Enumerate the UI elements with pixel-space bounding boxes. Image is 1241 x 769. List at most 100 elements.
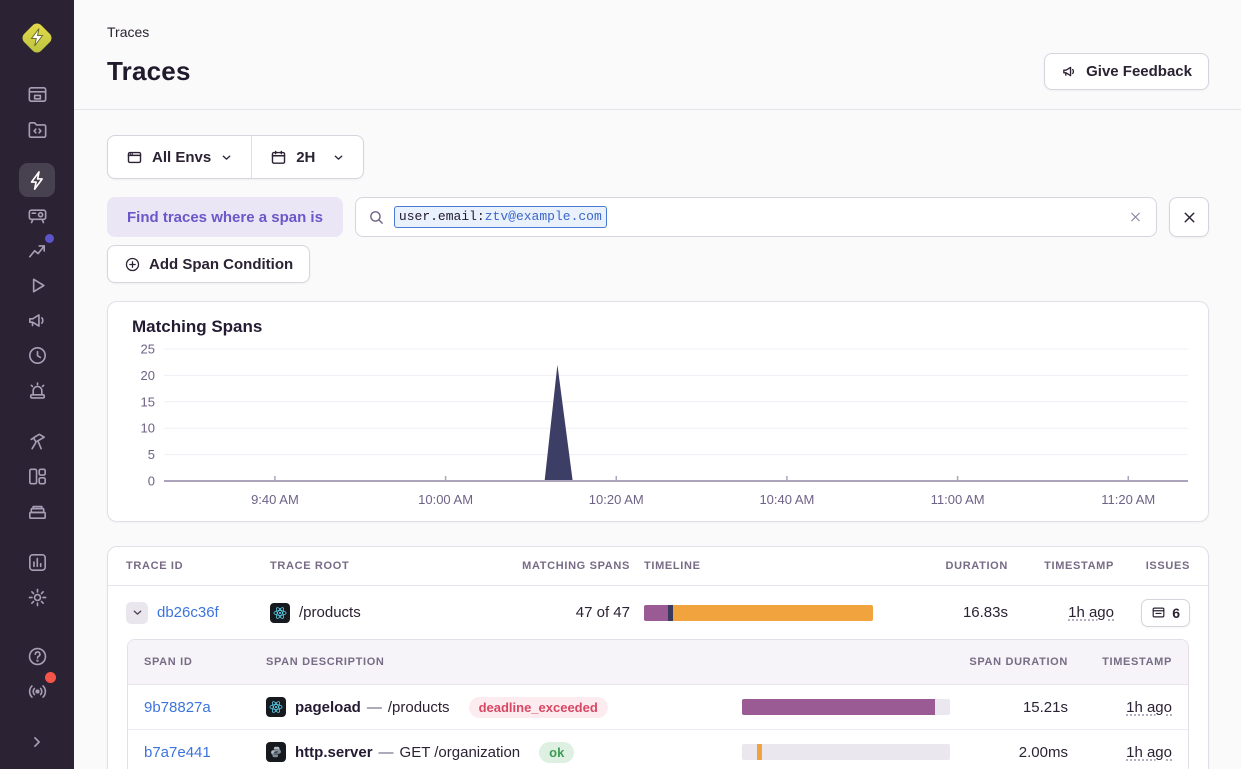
lightning-icon <box>26 169 49 192</box>
span-timestamp[interactable]: 1h ago <box>1082 699 1172 716</box>
col-matching-spans: Matching Spans <box>510 560 630 572</box>
content: All Envs 2H Find traces where a span is … <box>74 110 1241 769</box>
add-span-condition-button[interactable]: Add Span Condition <box>107 245 310 283</box>
span-id-link[interactable]: 9b78827a <box>144 699 252 716</box>
python-platform-icon <box>266 742 286 762</box>
sidebar-item-settings[interactable] <box>19 580 55 614</box>
history-clock-icon <box>26 344 49 367</box>
environment-filter[interactable]: All Envs <box>108 136 251 178</box>
gear-icon <box>26 586 49 609</box>
sidebar-item-whats-new[interactable] <box>19 674 55 708</box>
megaphone-icon <box>1061 63 1078 80</box>
remove-condition-button[interactable] <box>1169 197 1209 237</box>
trace-id-link[interactable]: db26c36f <box>157 604 219 621</box>
col-span-timestamp: Timestamp <box>1082 656 1172 668</box>
insights-chart-icon <box>26 239 49 262</box>
projector-icon <box>26 204 49 227</box>
react-platform-icon <box>266 697 286 717</box>
trace-timestamp[interactable]: 1h ago <box>1022 604 1114 621</box>
search-icon <box>368 209 385 226</box>
col-span-duration: Span Duration <box>964 656 1068 668</box>
matching-spans-chart[interactable]: 05101520259:40 AM10:00 AM10:20 AM10:40 A… <box>124 341 1192 517</box>
col-span-description: Span Description <box>266 656 728 668</box>
page-title: Traces <box>107 56 191 87</box>
give-feedback-button[interactable]: Give Feedback <box>1044 53 1209 90</box>
search-input[interactable]: user.email:ztv@example.com <box>355 197 1157 237</box>
sidebar-collapse-toggle[interactable] <box>19 725 55 759</box>
sidebar-item-traces[interactable] <box>19 163 55 197</box>
span-separator: — <box>379 744 394 761</box>
span-id-link[interactable]: b7a7e441 <box>144 744 252 761</box>
sidebar-nav <box>0 76 74 759</box>
calendar-icon <box>270 149 287 166</box>
sidebar-item-alerts[interactable] <box>19 373 55 407</box>
clear-x-icon <box>1128 210 1143 225</box>
issues-inbox-icon <box>26 83 49 106</box>
span-separator: — <box>367 699 382 716</box>
col-timestamp: Timestamp <box>1022 560 1114 572</box>
sidebar-item-feedback[interactable] <box>19 303 55 337</box>
col-issues: Issues <box>1128 560 1190 572</box>
span-status-badge: ok <box>539 742 574 763</box>
svg-text:5: 5 <box>148 447 155 462</box>
filter-bar: All Envs 2H <box>107 135 364 179</box>
chevron-right-icon <box>27 732 47 752</box>
sidebar-item-replays[interactable] <box>19 268 55 302</box>
sidebar-item-help[interactable] <box>19 639 55 673</box>
span-timestamp[interactable]: 1h ago <box>1082 744 1172 761</box>
trace-root-label: /products <box>299 604 361 621</box>
sidebar <box>0 0 74 769</box>
trace-issues-button[interactable]: 6 <box>1141 599 1190 627</box>
sidebar-item-releases[interactable] <box>19 494 55 528</box>
play-icon <box>26 274 49 297</box>
sidebar-item-issues[interactable] <box>19 77 55 111</box>
search-token[interactable]: user.email:ztv@example.com <box>394 206 607 228</box>
sidebar-item-dashboards-projector[interactable] <box>19 198 55 232</box>
span-row: b7a7e441 http.server—GET /organization o… <box>128 730 1188 769</box>
trace-duration: 16.83s <box>918 604 1008 621</box>
clear-search-button[interactable] <box>1128 210 1143 225</box>
sentry-logo-icon <box>16 17 58 59</box>
span-table-header: Span ID Span Description Span Duration T… <box>128 640 1188 685</box>
collapse-trace-button[interactable] <box>126 602 148 624</box>
siren-icon <box>26 379 49 402</box>
breadcrumb[interactable]: Traces <box>107 24 1209 40</box>
trace-timeline-bar[interactable] <box>644 605 873 621</box>
insights-notification-dot <box>45 234 54 243</box>
releases-archive-icon <box>26 500 49 523</box>
time-range-filter[interactable]: 2H <box>252 136 363 178</box>
environment-window-icon <box>126 149 143 166</box>
close-x-icon <box>1181 209 1198 226</box>
traces-table: Trace ID Trace Root Matching Spans Timel… <box>107 546 1209 769</box>
col-trace-root: Trace Root <box>270 560 496 572</box>
svg-text:10:40 AM: 10:40 AM <box>759 492 814 507</box>
search-token-key: user.email: <box>399 209 485 225</box>
search-token-value: ztv@example.com <box>485 209 602 225</box>
svg-text:9:40 AM: 9:40 AM <box>251 492 299 507</box>
span-description: /products <box>388 699 450 716</box>
span-timeline-bar[interactable] <box>742 699 950 715</box>
span-duration: 2.00ms <box>964 744 1068 761</box>
svg-text:0: 0 <box>148 474 155 489</box>
sidebar-item-insights[interactable] <box>19 233 55 267</box>
span-duration: 15.21s <box>964 699 1068 716</box>
span-op: http.server <box>295 744 373 761</box>
chevron-down-icon <box>332 151 345 164</box>
help-icon <box>26 645 49 668</box>
plus-circle-icon <box>124 256 141 273</box>
sidebar-item-discover[interactable] <box>19 424 55 458</box>
sentry-logo[interactable] <box>15 16 59 60</box>
span-timeline-bar[interactable] <box>742 744 950 760</box>
span-condition-row: Find traces where a span is user.email:z… <box>107 197 1209 237</box>
main-area: Traces Traces Give Feedback All Envs 2H <box>74 0 1241 769</box>
col-duration: Duration <box>918 560 1008 572</box>
sidebar-item-projects[interactable] <box>19 112 55 146</box>
sidebar-item-dashboards-grid[interactable] <box>19 459 55 493</box>
broadcast-icon <box>26 680 49 703</box>
sidebar-item-stats[interactable] <box>19 545 55 579</box>
page-header: Traces Traces Give Feedback <box>74 0 1241 110</box>
code-folder-icon <box>26 118 49 141</box>
trace-issues-count: 6 <box>1172 605 1180 621</box>
sidebar-item-history[interactable] <box>19 338 55 372</box>
condition-prefix-pill: Find traces where a span is <box>107 197 343 237</box>
